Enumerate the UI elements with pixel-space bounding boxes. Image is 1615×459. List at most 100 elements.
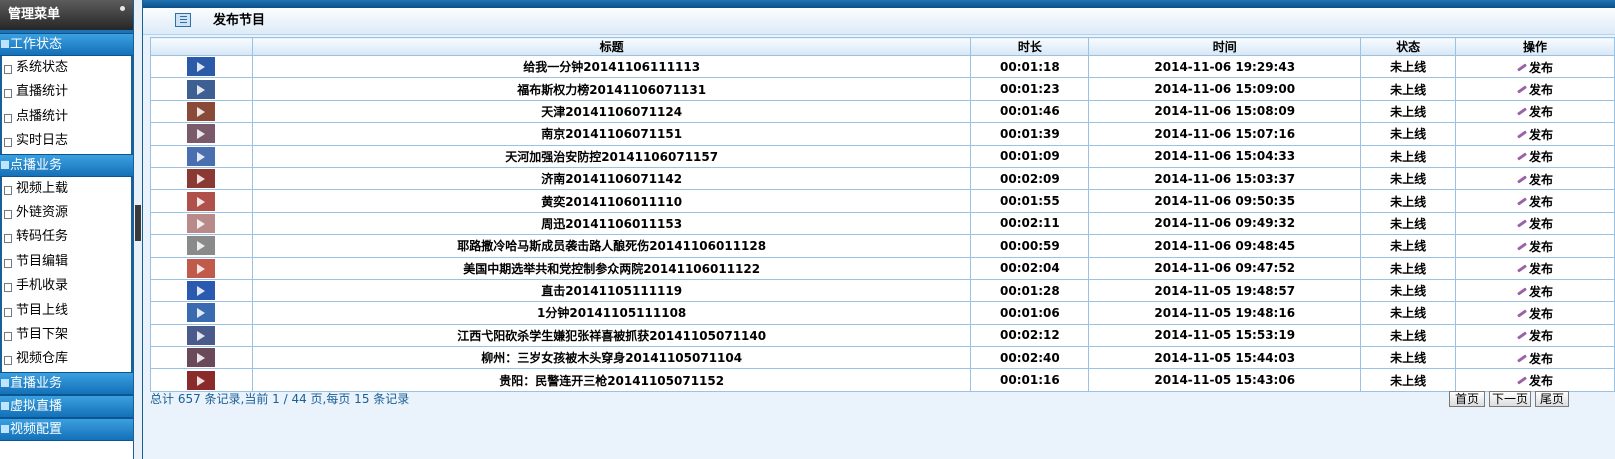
first-page-button[interactable]: 首页 — [1449, 391, 1485, 407]
last-page-button[interactable]: 尾页 — [1535, 391, 1569, 407]
document-icon — [4, 185, 12, 195]
time-cell: 2014-11-06 15:03:37 — [1088, 166, 1362, 191]
col-action: 操作 — [1455, 37, 1615, 56]
video-thumbnail[interactable] — [187, 79, 216, 99]
video-thumbnail[interactable] — [187, 370, 216, 390]
sidebar-item[interactable]: 视频仓库 — [2, 347, 131, 371]
title-cell: 柳州：三岁女孩被木头穿身20141105071104 — [251, 346, 972, 370]
duration-cell: 00:01:06 — [970, 301, 1090, 325]
video-thumbnail[interactable] — [187, 325, 216, 345]
action-cell: 发布 — [1455, 346, 1615, 370]
publish-label: 发布 — [1529, 83, 1554, 98]
title-cell: 1分钟20141105111108 — [251, 301, 972, 325]
sidebar-item[interactable]: 外链资源 — [2, 201, 131, 225]
next-page-button[interactable]: 下一页 — [1489, 391, 1531, 407]
publish-button[interactable]: 发布 — [1517, 327, 1553, 344]
duration-cell: 00:01:46 — [970, 99, 1090, 124]
table-header: 标题 时长 时间 状态 操作 — [150, 37, 1615, 56]
title-cell: 直击20141105111119 — [251, 278, 972, 303]
publish-button[interactable]: 发布 — [1517, 126, 1553, 143]
sidebar-splitter[interactable] — [134, 0, 143, 459]
pencil-icon — [1517, 197, 1527, 206]
publish-button[interactable]: 发布 — [1517, 148, 1553, 165]
sidebar-item[interactable]: 节目编辑 — [2, 250, 131, 274]
publish-button[interactable]: 发布 — [1517, 81, 1553, 98]
list-icon — [175, 13, 191, 27]
publish-button[interactable]: 发布 — [1517, 305, 1553, 322]
thumbnail-cell — [150, 99, 253, 124]
video-thumbnail[interactable] — [187, 213, 216, 233]
time-cell: 2014-11-06 15:09:00 — [1088, 77, 1362, 101]
pencil-icon — [1517, 264, 1527, 273]
menu-section-4[interactable]: 视频配置 — [0, 417, 133, 441]
sidebar-item[interactable]: 视频上载 — [2, 177, 131, 201]
action-cell: 发布 — [1455, 301, 1615, 325]
publish-button[interactable]: 发布 — [1517, 283, 1553, 300]
sidebar-item[interactable]: 直播统计 — [2, 80, 131, 104]
video-thumbnail[interactable] — [187, 146, 216, 166]
action-cell: 发布 — [1455, 166, 1615, 191]
thumbnail-cell — [150, 211, 253, 236]
time-cell: 2014-11-06 09:49:32 — [1088, 211, 1362, 236]
video-thumbnail[interactable] — [187, 236, 216, 256]
video-thumbnail[interactable] — [187, 258, 216, 278]
publish-button[interactable]: 发布 — [1517, 171, 1553, 188]
sidebar-item-label: 手机收录 — [16, 278, 69, 294]
thumbnail-cell — [150, 166, 253, 191]
duration-cell: 00:00:59 — [970, 234, 1090, 258]
document-icon — [4, 138, 12, 148]
sidebar-item[interactable]: 手机收录 — [2, 274, 131, 298]
video-thumbnail[interactable] — [187, 169, 216, 189]
sidebar-item[interactable]: 点播统计 — [2, 105, 131, 129]
video-thumbnail[interactable] — [187, 191, 216, 211]
video-thumbnail[interactable] — [187, 124, 216, 144]
video-thumbnail[interactable] — [187, 281, 216, 301]
publish-button[interactable]: 发布 — [1517, 215, 1553, 232]
publish-button[interactable]: 发布 — [1517, 103, 1553, 120]
publish-button[interactable]: 发布 — [1517, 193, 1553, 210]
duration-cell: 00:01:23 — [970, 77, 1090, 101]
col-title: 标题 — [251, 37, 972, 56]
duration-cell: 00:02:04 — [970, 256, 1090, 280]
video-thumbnail[interactable] — [187, 348, 216, 368]
status-cell: 未上线 — [1360, 278, 1457, 303]
pencil-icon — [1517, 309, 1527, 318]
publish-button[interactable]: 发布 — [1517, 372, 1553, 389]
sidebar-item[interactable]: 节目上线 — [2, 299, 131, 323]
top-bar — [143, 0, 1615, 8]
menu-section-0[interactable]: 工作状态 — [0, 33, 133, 56]
title-cell: 美国中期选举共和党控制参众两院20141106011122 — [251, 256, 972, 280]
sidebar-item[interactable]: 转码任务 — [2, 225, 131, 249]
thumbnail-cell — [150, 323, 253, 348]
publish-label: 发布 — [1529, 329, 1554, 344]
menu-section-1[interactable]: 点播业务 — [0, 153, 133, 177]
publish-button[interactable]: 发布 — [1517, 260, 1553, 277]
publish-button[interactable]: 发布 — [1517, 59, 1553, 76]
sidebar-item[interactable]: 节目下架 — [2, 323, 131, 347]
sidebar-item[interactable]: 实时日志 — [2, 129, 131, 153]
duration-cell: 00:01:55 — [970, 189, 1090, 213]
action-cell: 发布 — [1455, 368, 1615, 392]
section-icon — [1, 160, 9, 169]
duration-cell: 00:01:39 — [970, 122, 1090, 146]
publish-label: 发布 — [1529, 105, 1554, 120]
publish-button[interactable]: 发布 — [1517, 350, 1553, 367]
video-thumbnail[interactable] — [187, 57, 216, 77]
menu-section-3[interactable]: 虚拟直播 — [0, 394, 133, 418]
col-duration: 时长 — [970, 37, 1090, 56]
sidebar-item[interactable]: 系统状态 — [2, 56, 131, 80]
time-cell: 2014-11-06 15:07:16 — [1088, 122, 1362, 146]
video-thumbnail[interactable] — [187, 303, 216, 323]
pencil-icon — [1517, 331, 1527, 340]
collapse-handle[interactable] — [135, 205, 141, 241]
pencil-icon — [1517, 219, 1527, 229]
main-panel: 发布节目 标题 时长 时间 状态 操作 给我一分钟20141106111113 0… — [143, 0, 1615, 459]
video-thumbnail[interactable] — [187, 101, 216, 121]
publish-button[interactable]: 发布 — [1517, 238, 1553, 255]
thumbnail-cell — [150, 189, 253, 213]
table-row: 黄奕20141106011110 00:01:55 2014-11-06 09:50… — [150, 189, 1615, 213]
sidebar-item-label: 点播统计 — [16, 108, 69, 124]
time-cell: 2014-11-05 19:48:16 — [1088, 301, 1362, 325]
table-row: 贵阳：民警连开三枪20141105071152 00:01:16 2014-11-0… — [150, 368, 1615, 392]
menu-section-2[interactable]: 直播业务 — [0, 371, 133, 395]
